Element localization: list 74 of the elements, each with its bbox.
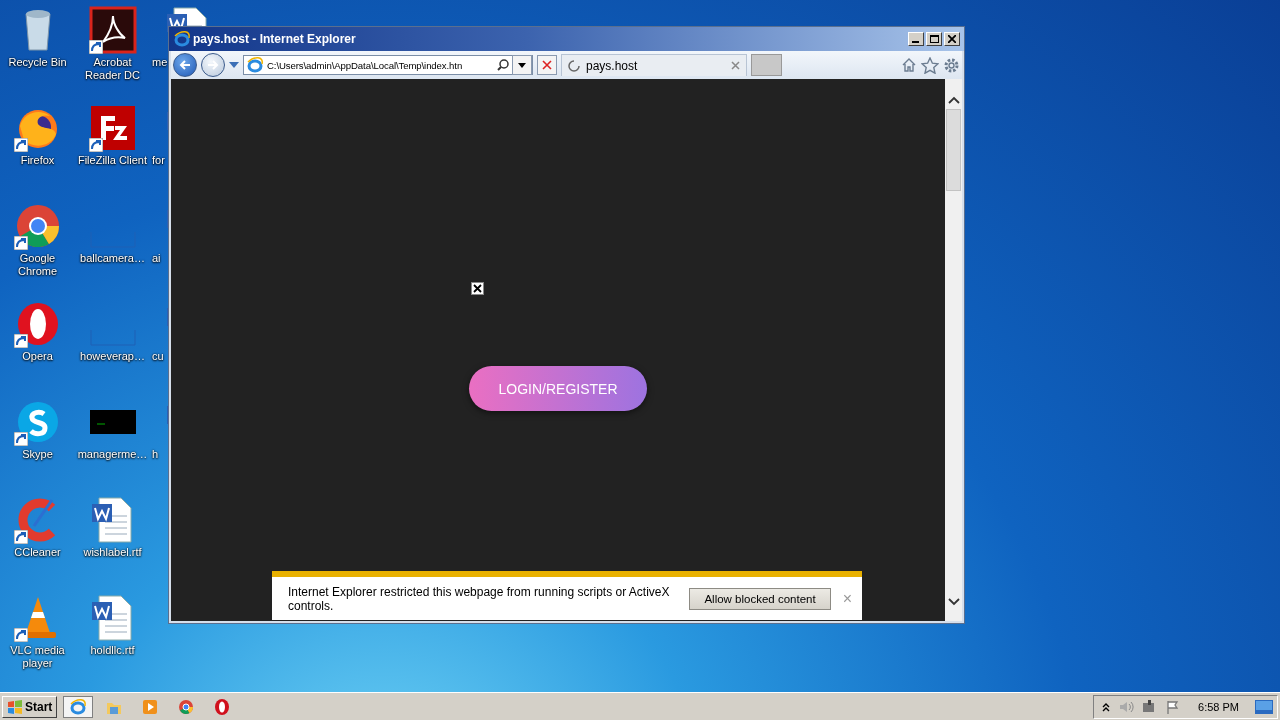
desktop-icon-label[interactable]: Firefox — [20, 154, 55, 167]
scroll-thumb[interactable] — [946, 109, 961, 191]
notification-message: Internet Explorer restricted this webpage from running scripts or ActiveX controls. — [288, 584, 671, 613]
ie-icon — [173, 30, 191, 48]
maximize-button[interactable] — [926, 32, 942, 46]
scroll-down-icon[interactable] — [947, 597, 960, 607]
close-button[interactable] — [944, 32, 960, 46]
desktop-icon-label[interactable]: managerme… — [77, 448, 148, 461]
desktop-icon-label[interactable]: holdllc.rtf — [90, 644, 135, 657]
start-button[interactable]: Start — [2, 695, 58, 718]
desktop-icon-label[interactable]: howeverap… — [80, 350, 145, 363]
stop-button[interactable] — [537, 55, 557, 75]
address-text: C:\Users\admin\AppData\Local\Temp\index.htn — [267, 59, 464, 71]
star-icon[interactable] — [921, 56, 939, 74]
window-title: pays.host - Internet Explorer — [193, 32, 357, 46]
desktop-icon-label[interactable]: ballcamera… — [80, 252, 145, 265]
stop-x-icon — [542, 60, 552, 70]
shortcut-arrow-icon — [13, 236, 28, 250]
desktop-icon-label[interactable]: Recycle Bin — [8, 56, 67, 69]
desktop-icon-label[interactable]: Acrobat Reader DC — [76, 56, 149, 82]
shortcut-arrow-icon — [13, 530, 28, 544]
desktop-icon-label[interactable]: h — [152, 448, 159, 461]
dropdown-caret-icon[interactable] — [229, 62, 239, 68]
back-button[interactable] — [173, 53, 197, 77]
desktop-icon-label[interactable]: Opera — [22, 350, 53, 363]
desktop-icon-label[interactable]: cu — [152, 350, 164, 363]
home-icon[interactable] — [901, 57, 917, 73]
address-field[interactable]: C:\Users\admin\AppData\Local\Temp\index.htn — [243, 55, 533, 75]
browser-tab[interactable]: pays.host — [561, 54, 747, 76]
close-icon — [948, 35, 956, 43]
forward-arrow-icon — [207, 59, 219, 71]
filezilla-icon — [88, 104, 137, 152]
desktop-icon-label[interactable]: Skype — [22, 448, 53, 461]
windows-logo-icon — [7, 699, 23, 714]
opera-icon — [213, 697, 232, 716]
desktop-icon-label[interactable]: FileZilla Client — [77, 154, 148, 167]
search-icon[interactable] — [497, 59, 509, 71]
desktop-icon-label[interactable]: VLC media player — [1, 644, 74, 670]
clock[interactable]: 6:58 PM — [1198, 700, 1239, 713]
forward-button[interactable] — [201, 53, 225, 77]
caret-icon — [518, 62, 526, 68]
minimize-button[interactable] — [908, 32, 924, 46]
chevron-up-icon[interactable] — [1102, 701, 1111, 712]
desktop-icon-label[interactable]: Google Chrome — [1, 252, 74, 278]
ie-icon — [69, 697, 88, 716]
desktop-icon-label[interactable]: wishlabel.rtf — [83, 546, 142, 559]
notification-close-button[interactable]: × — [840, 589, 854, 608]
media-player-icon — [141, 697, 160, 716]
flag-icon[interactable] — [1166, 699, 1181, 714]
login-register-button[interactable]: LOGIN/REGISTER — [469, 366, 647, 411]
shortcut-arrow-icon — [13, 628, 28, 642]
shortcut-arrow-icon — [88, 40, 103, 54]
chrome-icon — [177, 697, 196, 716]
maximize-icon — [929, 35, 939, 43]
back-arrow-icon — [179, 59, 191, 71]
desktop-icon-label[interactable]: ai — [152, 252, 161, 265]
settings-icon[interactable] — [943, 56, 960, 74]
tab-close-icon[interactable] — [731, 61, 740, 70]
ie-icon — [246, 56, 264, 74]
show-desktop-icon[interactable] — [1255, 699, 1273, 714]
broken-image-icon — [471, 282, 484, 295]
shortcut-arrow-icon — [13, 334, 28, 348]
desktop-icon-label[interactable]: CCleaner — [14, 546, 61, 559]
taskbar-app-button[interactable] — [63, 695, 94, 718]
desktop-icon-label[interactable]: for — [152, 154, 165, 167]
scrollbar[interactable] — [945, 79, 962, 621]
pdf-icon — [88, 6, 137, 54]
desktop-icon-label[interactable]: me — [152, 56, 168, 69]
shortcut-arrow-icon — [13, 138, 28, 152]
shortcut-arrow-icon — [13, 432, 28, 446]
allow-blocked-content-button[interactable]: Allow blocked content — [689, 587, 831, 610]
scroll-up-icon[interactable] — [947, 95, 960, 105]
shortcut-arrow-icon — [88, 138, 103, 152]
address-dropdown-button[interactable] — [512, 55, 532, 75]
